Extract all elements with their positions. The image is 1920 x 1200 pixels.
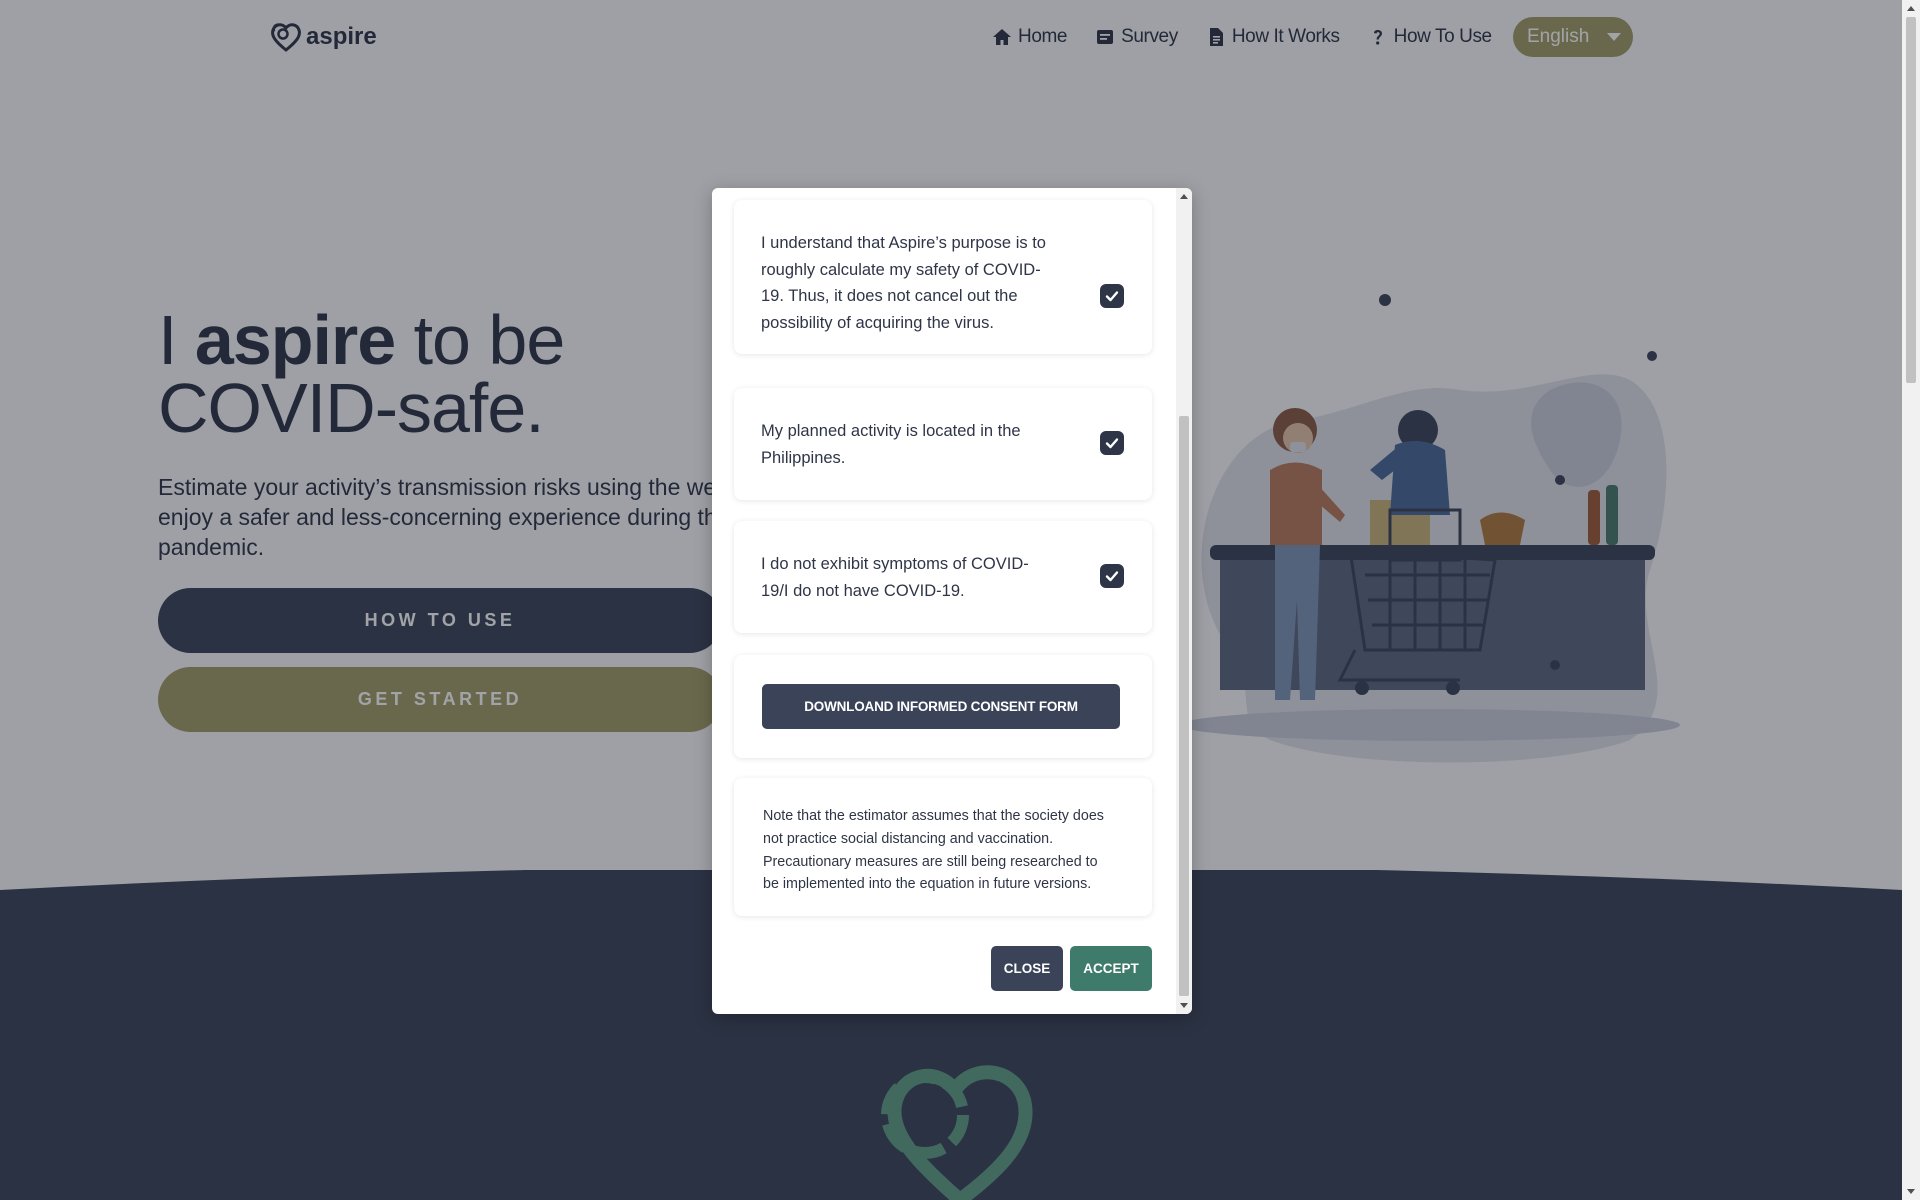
consent-checkbox-symptoms[interactable] bbox=[1100, 564, 1124, 588]
checkmark-icon bbox=[1105, 291, 1119, 302]
consent-item-text: I do not exhibit symptoms of COVID- 19/I… bbox=[761, 551, 1061, 604]
consent-checkbox-purpose[interactable] bbox=[1100, 284, 1124, 308]
checkmark-icon bbox=[1105, 438, 1119, 449]
consent-item-line: Philippines. bbox=[761, 448, 846, 467]
consent-item-text: I understand that Aspire’s purpose is to… bbox=[761, 230, 1061, 336]
note-line: Note that the estimator assumes that the… bbox=[763, 808, 1104, 824]
consent-item-line: possibility of acquiring the virus. bbox=[761, 313, 994, 332]
note-text: Note that the estimator assumes that the… bbox=[763, 805, 1123, 896]
scroll-up-arrow-icon[interactable] bbox=[1180, 194, 1188, 199]
modal-content: I understand that Aspire’s purpose is to… bbox=[712, 188, 1176, 1014]
consent-item-text: My planned activity is located in the Ph… bbox=[761, 418, 1061, 471]
note-line: be implemented into the equation in futu… bbox=[763, 876, 1092, 893]
consent-item-purpose: I understand that Aspire’s purpose is to… bbox=[734, 200, 1152, 354]
consent-item-line: 19. Thus, it does not cancel out the bbox=[761, 287, 1018, 305]
consent-item-line: 19/I do not have COVID-19. bbox=[761, 581, 965, 600]
note-line: not practice social distancing and vacci… bbox=[763, 830, 1054, 847]
consent-item-line: My planned activity is located in the bbox=[761, 422, 1021, 440]
scroll-up-arrow-icon[interactable] bbox=[1907, 6, 1915, 11]
modal-scrollbar[interactable] bbox=[1176, 188, 1192, 1014]
close-button[interactable]: CLOSE bbox=[991, 946, 1063, 991]
page-scrollbar-thumb[interactable] bbox=[1906, 17, 1916, 383]
modal-scrollbar-thumb[interactable] bbox=[1179, 416, 1189, 996]
page-scrollbar[interactable] bbox=[1902, 0, 1920, 1200]
consent-item-line: I do not exhibit symptoms of COVID- bbox=[761, 555, 1029, 573]
accept-button[interactable]: ACCEPT bbox=[1070, 946, 1152, 991]
download-card: DOWNLOAND INFORMED CONSENT FORM bbox=[734, 655, 1152, 758]
consent-checkbox-location[interactable] bbox=[1100, 431, 1124, 455]
scroll-down-arrow-icon[interactable] bbox=[1180, 1003, 1188, 1008]
consent-item-line: roughly calculate my safety of COVID- bbox=[761, 260, 1041, 279]
download-consent-form-button[interactable]: DOWNLOAND INFORMED CONSENT FORM bbox=[762, 684, 1120, 729]
checkmark-icon bbox=[1105, 571, 1119, 582]
consent-item-line: I understand that Aspire’s purpose is to bbox=[761, 234, 1046, 252]
scroll-down-arrow-icon[interactable] bbox=[1907, 1189, 1915, 1194]
note-line: Precautionary measures are still being r… bbox=[763, 853, 1098, 870]
consent-modal: I understand that Aspire’s purpose is to… bbox=[712, 188, 1192, 1014]
note-card: Note that the estimator assumes that the… bbox=[734, 778, 1152, 916]
consent-item-location: My planned activity is located in the Ph… bbox=[734, 388, 1152, 500]
consent-item-symptoms: I do not exhibit symptoms of COVID- 19/I… bbox=[734, 521, 1152, 633]
